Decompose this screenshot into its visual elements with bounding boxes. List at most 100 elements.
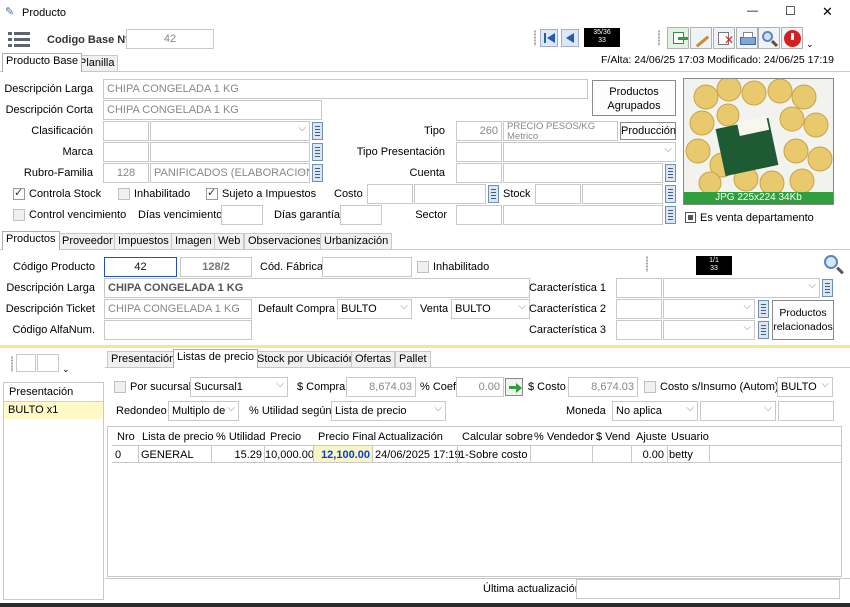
print-icon[interactable]: [736, 27, 758, 49]
costo-insumo-checkbox[interactable]: [644, 381, 656, 393]
sector-field[interactable]: [503, 205, 663, 225]
tab-web[interactable]: Web: [214, 233, 245, 250]
first-record-icon[interactable]: [540, 29, 558, 47]
tab-producto-base[interactable]: Producto Base: [2, 53, 83, 72]
tab-productos[interactable]: Productos: [2, 231, 60, 250]
costo-precio-field[interactable]: 8,674.03: [568, 377, 638, 397]
stock-field-2[interactable]: [582, 184, 663, 204]
tipo-code-field[interactable]: 260: [456, 121, 502, 141]
sector-code-field[interactable]: [456, 205, 502, 225]
car1-code-field[interactable]: [616, 278, 662, 298]
costo-field-1[interactable]: [367, 184, 413, 204]
producto-search-icon[interactable]: [823, 254, 845, 276]
tab-presentacion[interactable]: Presentación: [107, 351, 180, 368]
cuenta-field[interactable]: [503, 163, 663, 183]
left-panel-field[interactable]: [16, 354, 36, 372]
control-vencimiento-checkbox[interactable]: [13, 209, 25, 221]
cod-fabrica-field[interactable]: [322, 257, 412, 277]
stock-field-1[interactable]: [535, 184, 581, 204]
car1-list-button[interactable]: [822, 279, 833, 297]
exit-icon[interactable]: [781, 27, 803, 49]
redondeo-select[interactable]: Multiplo de: [168, 401, 239, 421]
codigo-base-field[interactable]: 42: [126, 29, 214, 49]
stock-list-button[interactable]: [665, 185, 676, 203]
search-icon[interactable]: [758, 27, 780, 49]
sector-list-button[interactable]: [665, 206, 676, 224]
por-sucursal-checkbox[interactable]: [114, 381, 126, 393]
costo-list-button[interactable]: [488, 185, 499, 203]
tipo-presentacion-select[interactable]: [503, 142, 676, 162]
left-panel-item[interactable]: BULTO x1: [4, 402, 103, 419]
menu-icon[interactable]: [8, 31, 30, 47]
car3-select[interactable]: [663, 320, 755, 340]
tab-stock-ubicacion[interactable]: Stock por Ubicación: [253, 351, 359, 368]
tab-ofertas[interactable]: Ofertas: [351, 351, 396, 368]
maximize-button[interactable]: ☐: [785, 5, 796, 18]
new-record-icon[interactable]: [667, 27, 689, 49]
rubro-list-button[interactable]: [312, 164, 323, 182]
car1-select[interactable]: [663, 278, 820, 298]
sucursal-select[interactable]: Sucursal1: [190, 377, 288, 397]
producto-desc-larga-field[interactable]: CHIPA CONGELADA 1 KG: [104, 278, 530, 298]
tab-imagen[interactable]: Imagen: [171, 233, 216, 250]
tab-proveedor[interactable]: Proveedor: [58, 233, 117, 250]
producto-inhabilitado-checkbox[interactable]: [417, 261, 429, 273]
codigo-producto-field[interactable]: 42: [104, 257, 177, 277]
moneda-secondary-select[interactable]: [700, 401, 776, 421]
cell-precio-final[interactable]: 12,100.00: [314, 449, 370, 462]
marca-code-field[interactable]: [103, 142, 149, 162]
edit-icon[interactable]: [690, 27, 712, 49]
inhabilitado-checkbox[interactable]: [118, 188, 130, 200]
tab-pallet[interactable]: Pallet: [395, 351, 431, 368]
moneda-value-field[interactable]: [778, 401, 834, 421]
costo-field-2[interactable]: [414, 184, 486, 204]
car2-list-button[interactable]: [758, 300, 769, 318]
productos-agrupados-button[interactable]: Productos Agrupados: [592, 80, 676, 116]
es-venta-checkbox[interactable]: [685, 212, 696, 223]
toolbar-overflow-icon[interactable]: ⌄: [806, 38, 814, 51]
productos-relacionados-button[interactable]: Productos relacionados: [772, 300, 834, 340]
sujeto-impuestos-checkbox[interactable]: [206, 186, 218, 200]
compra-field[interactable]: 8,674.03: [346, 377, 416, 397]
clasificacion-select[interactable]: [150, 121, 310, 141]
dias-garantia-field[interactable]: [340, 205, 382, 225]
desc-corta-field[interactable]: CHIPA CONGELADA 1 KG: [103, 100, 322, 120]
cuenta-list-button[interactable]: [665, 164, 676, 182]
tab-listas-de-precio[interactable]: Listas de precio: [173, 349, 259, 368]
car3-code-field[interactable]: [616, 320, 662, 340]
controla-stock-checkbox[interactable]: [13, 186, 25, 200]
product-image[interactable]: JPG 225x224 34Kb: [683, 78, 834, 205]
coef-field[interactable]: 0.00: [456, 377, 504, 397]
minimize-button[interactable]: —: [747, 5, 758, 18]
desc-larga-field[interactable]: CHIPA CONGELADA 1 KG: [103, 79, 588, 99]
left-panel-overflow-icon[interactable]: ⌄: [62, 363, 70, 376]
tab-observaciones[interactable]: Observaciones: [244, 233, 326, 250]
delete-icon[interactable]: ✕: [713, 27, 735, 49]
tipo-presentacion-code-field[interactable]: [456, 142, 502, 162]
tab-urbanizacion[interactable]: Urbanización: [320, 233, 393, 250]
left-panel-field-2[interactable]: [37, 354, 59, 372]
car2-select[interactable]: [663, 299, 755, 319]
produccion-button[interactable]: Producción: [620, 122, 676, 140]
dias-vencimiento-field[interactable]: [221, 205, 263, 225]
car3-list-button[interactable]: [758, 321, 769, 339]
car2-code-field[interactable]: [616, 299, 662, 319]
marca-list-button[interactable]: [312, 143, 323, 161]
previous-record-icon[interactable]: [561, 29, 579, 47]
desc-ticket-field[interactable]: CHIPA CONGELADA 1 KG: [104, 299, 252, 319]
tab-impuestos[interactable]: Impuestos: [114, 233, 173, 250]
rubro-select[interactable]: PANIFICADOS (ELABORACION P: [150, 163, 310, 183]
close-button[interactable]: ✕: [822, 5, 833, 18]
utilidad-segun-select[interactable]: Lista de precio: [331, 401, 446, 421]
marca-field[interactable]: [150, 142, 310, 162]
apply-coef-icon[interactable]: [505, 378, 523, 396]
moneda-select[interactable]: No aplica: [612, 401, 698, 421]
unidad-select[interactable]: BULTO: [777, 377, 833, 397]
rubro-code-field[interactable]: 128: [103, 163, 149, 183]
cuenta-code-field[interactable]: [456, 163, 502, 183]
alfanum-field[interactable]: [104, 320, 252, 340]
venta-select[interactable]: BULTO: [451, 299, 530, 319]
clasificacion-code-field[interactable]: [103, 121, 149, 141]
default-compra-select[interactable]: BULTO: [337, 299, 412, 319]
table-row[interactable]: 0 GENERAL 15.29 10,000.00 12,100.00 24/0…: [112, 445, 841, 463]
